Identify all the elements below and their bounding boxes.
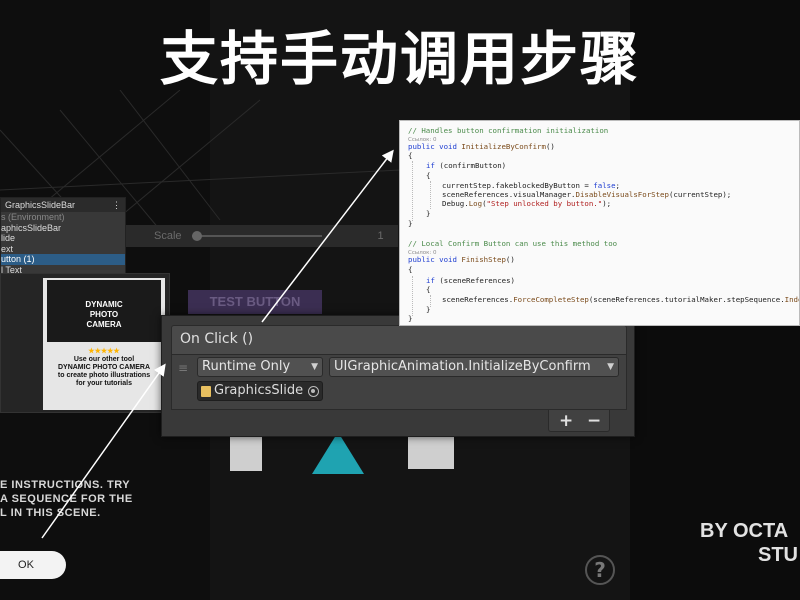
code-line: public void InitializeByConfirm() <box>408 142 555 151</box>
code-line: { <box>408 265 413 274</box>
kebab-menu-icon[interactable]: ⋮ <box>112 200 121 210</box>
instructions-line: L IN THIS SCENE. <box>0 507 101 519</box>
indent-guide <box>430 295 431 307</box>
hierarchy-item[interactable]: lide <box>1 233 125 244</box>
code-line: { <box>408 151 413 160</box>
script-icon <box>201 386 211 397</box>
code-line: { <box>426 285 431 294</box>
onclick-listener: ≡ Runtime Only ▼ UIGraphicAnimation.Init… <box>171 354 627 410</box>
hierarchy-item[interactable]: s (Environment) <box>1 212 125 223</box>
runtime-mode-dropdown[interactable]: Runtime Only ▼ <box>197 357 323 377</box>
scene-block-right <box>408 437 454 469</box>
indent-guide <box>412 276 413 316</box>
promo-line: DYNAMIC PHOTO CAMERA <box>57 364 151 371</box>
code-line: public void FinishStep() <box>408 255 515 264</box>
code-line: } <box>426 209 431 218</box>
code-line: { <box>426 171 431 180</box>
hierarchy-item[interactable]: aphicsSlideBar <box>1 223 125 234</box>
ok-button[interactable]: OK <box>0 551 66 579</box>
help-icon[interactable]: ? <box>585 555 615 585</box>
dropdown-arrow-icon: ▼ <box>607 362 614 372</box>
code-line: currentStep.fakeblockedByButton = false; <box>442 181 620 190</box>
branding-line-1: BY OCTA <box>700 520 789 542</box>
drag-handle-icon[interactable]: ≡ <box>178 362 188 374</box>
promo-text: ★★★★★ Use our other tool DYNAMIC PHOTO C… <box>45 348 163 388</box>
promo-photo: DYNAMIC PHOTO CAMERA <box>47 280 161 342</box>
code-editor-snippet: // Handles button confirmation initializ… <box>399 120 800 326</box>
indent-guide <box>430 181 431 209</box>
promo-line: for your tutorials <box>75 380 132 387</box>
scale-toolbar: Scale 1 <box>126 225 398 247</box>
scale-label: Scale <box>154 230 182 242</box>
listener-controls: + − <box>548 410 610 432</box>
code-line: sceneReferences.visualManager.DisableVis… <box>442 190 732 199</box>
instructions-text: E INSTRUCTIONS. TRY A SEQUENCE FOR THE L… <box>0 478 180 520</box>
scale-value: 1 <box>377 230 384 242</box>
hierarchy-header: GraphicsSlideBar ⋮ <box>1 198 125 212</box>
onclick-header: On Click () <box>171 325 627 354</box>
target-object-field[interactable]: GraphicsSlide <box>197 381 323 401</box>
hierarchy-item[interactable]: ext <box>1 244 125 255</box>
runtime-mode-value: Runtime Only <box>202 359 291 374</box>
code-line: Debug.Log("Step unlocked by button."); <box>442 199 612 208</box>
target-object-value: GraphicsSlide <box>214 383 304 398</box>
promo-line: Use our other tool <box>73 356 135 363</box>
remove-listener-button[interactable]: − <box>587 410 601 432</box>
code-line: if (confirmButton) <box>426 161 507 170</box>
instructions-line: A SEQUENCE FOR THE <box>0 493 133 505</box>
promo-photo-text: CAMERA <box>86 320 122 329</box>
code-line: sceneReferences.ForceCompleteStep(sceneR… <box>442 295 799 304</box>
branding-line-2: STU <box>758 544 798 566</box>
add-listener-button[interactable]: + <box>559 410 573 432</box>
scale-slider-knob[interactable] <box>191 231 202 241</box>
code-comment: // Handles button confirmation initializ… <box>408 126 609 135</box>
promo-photo-text: PHOTO <box>89 310 119 319</box>
code-line: if (sceneReferences) <box>426 276 516 285</box>
code-comment: // Local Confirm Button can use this met… <box>408 239 618 248</box>
promo-card: DYNAMIC PHOTO CAMERA ★★★★★ Use our other… <box>0 273 170 413</box>
object-picker-icon[interactable] <box>308 386 319 397</box>
method-dropdown[interactable]: UIGraphicAnimation.InitializeByConfirm ▼ <box>329 357 619 377</box>
hierarchy-item-selected[interactable]: utton (1) <box>1 254 125 265</box>
test-button[interactable]: TEST BUTTON <box>188 290 322 314</box>
promo-line: to create photo illustrations <box>57 372 151 379</box>
hierarchy-title: GraphicsSlideBar <box>5 200 76 210</box>
method-value: UIGraphicAnimation.InitializeByConfirm <box>334 359 591 374</box>
promo-image: DYNAMIC PHOTO CAMERA ★★★★★ Use our other… <box>43 278 165 410</box>
onclick-event-panel: On Click () ≡ Runtime Only ▼ UIGraphicAn… <box>161 315 635 437</box>
star-rating-icon: ★★★★★ <box>88 348 120 355</box>
scene-triangle <box>312 432 364 474</box>
page-title: 支持手动调用步骤 <box>159 25 640 93</box>
instructions-line: E INSTRUCTIONS. TRY <box>0 479 131 491</box>
scale-slider[interactable] <box>191 231 322 241</box>
dropdown-arrow-icon: ▼ <box>311 362 318 372</box>
scene-block-left <box>230 437 262 471</box>
promo-photo-text: DYNAMIC <box>85 300 123 309</box>
indent-guide <box>412 161 413 221</box>
